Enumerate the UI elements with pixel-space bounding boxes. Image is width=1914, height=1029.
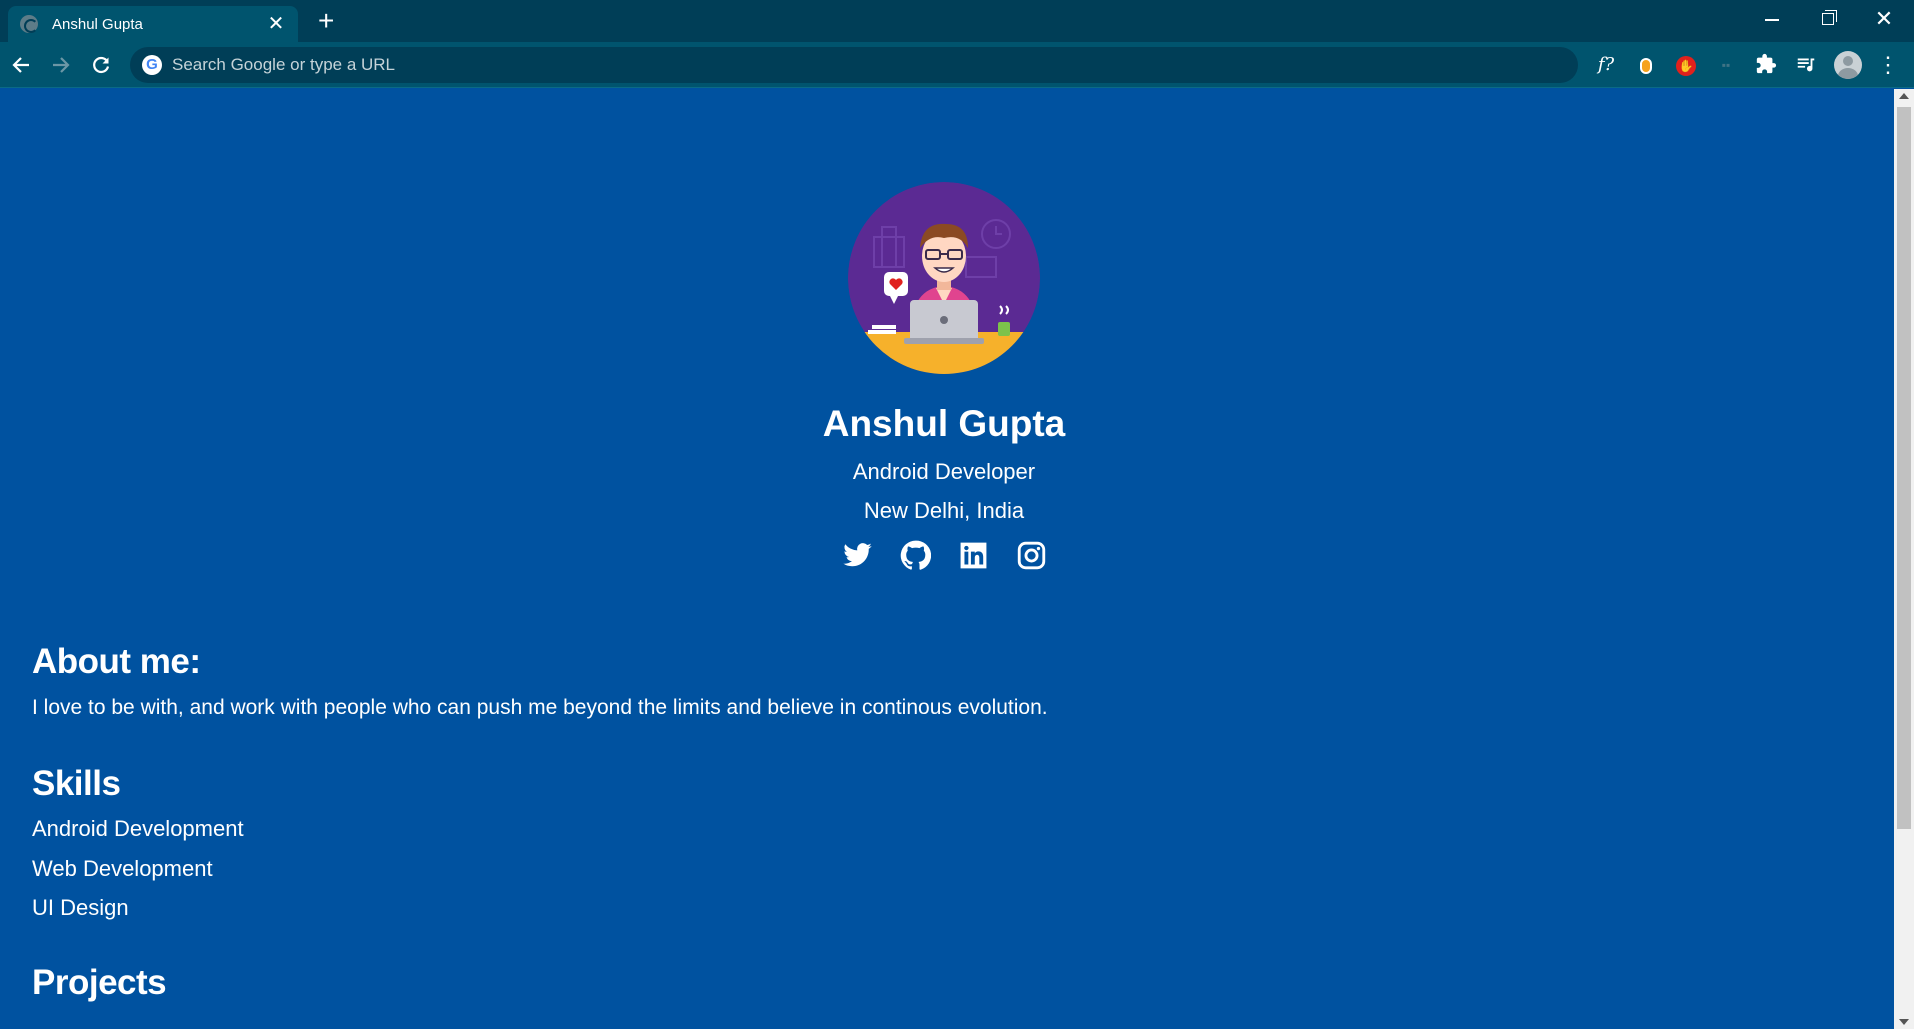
instagram-icon[interactable]: [1016, 540, 1047, 571]
forward-arrow-icon: [53, 57, 70, 73]
google-icon: G: [142, 55, 162, 75]
reload-icon: [93, 56, 110, 74]
dim-extension-icon[interactable]: ▪▪: [1714, 53, 1738, 77]
about-text: I love to be with, and work with people …: [32, 696, 1048, 719]
browser-titlebar: Anshul Gupta ✕ + ✕: [0, 0, 1914, 42]
tab-close-icon[interactable]: ✕: [266, 14, 286, 34]
page-content: Anshul Gupta Android Developer New Delhi…: [0, 89, 1894, 1029]
projects-heading: Projects: [32, 963, 167, 1002]
puzzle-extension-icon[interactable]: [1754, 53, 1778, 77]
scroll-up-arrow-icon[interactable]: [1899, 93, 1909, 99]
skill-item: UI Design: [32, 895, 129, 920]
kebab-menu-icon[interactable]: ⋮: [1876, 53, 1900, 77]
globe-icon: [20, 15, 38, 33]
new-tab-button[interactable]: +: [318, 7, 334, 35]
close-window-button[interactable]: ✕: [1864, 4, 1904, 34]
profile-location: New Delhi, India: [863, 498, 1025, 523]
tab-title: Anshul Gupta: [52, 15, 143, 33]
social-links: [0, 540, 1888, 571]
fx-extension-icon[interactable]: f?: [1594, 53, 1618, 77]
scroll-down-arrow-icon[interactable]: [1899, 1019, 1909, 1025]
developer-avatar-illustration: [848, 182, 1040, 374]
profile-name: Anshul Gupta: [822, 403, 1066, 444]
minimize-icon: [1765, 19, 1779, 21]
profile-avatar-icon[interactable]: [1834, 51, 1862, 79]
about-heading: About me:: [32, 642, 201, 681]
github-icon[interactable]: [900, 540, 931, 571]
minimize-button[interactable]: [1752, 4, 1792, 34]
skill-item: Web Development: [32, 856, 213, 881]
address-bar[interactable]: G: [130, 47, 1578, 83]
back-arrow-icon: [12, 57, 29, 73]
reload-button[interactable]: [86, 50, 116, 80]
profile-role: Android Developer: [852, 459, 1036, 484]
twitter-icon[interactable]: [842, 540, 873, 571]
skill-item: Android Development: [32, 816, 244, 841]
restore-button[interactable]: [1808, 4, 1848, 34]
linkedin-icon[interactable]: [958, 540, 989, 571]
back-button[interactable]: [6, 50, 36, 80]
queue-music-icon: [1797, 58, 1815, 72]
scroll-thumb[interactable]: [1897, 107, 1911, 829]
browser-tab[interactable]: Anshul Gupta ✕: [8, 6, 298, 42]
browser-toolbar: G f? ✋ ▪▪ ⋮: [0, 42, 1914, 88]
pill-extension-icon[interactable]: [1634, 53, 1658, 77]
restore-icon-front: [1822, 13, 1834, 25]
vertical-scrollbar[interactable]: [1894, 89, 1914, 1029]
stop-extension-icon[interactable]: ✋: [1674, 53, 1698, 77]
puzzle-icon: [1756, 53, 1777, 74]
media-queue-icon[interactable]: [1794, 53, 1818, 77]
forward-button[interactable]: [46, 50, 76, 80]
omnibox-input[interactable]: [172, 55, 1552, 75]
skills-heading: Skills: [32, 764, 121, 803]
